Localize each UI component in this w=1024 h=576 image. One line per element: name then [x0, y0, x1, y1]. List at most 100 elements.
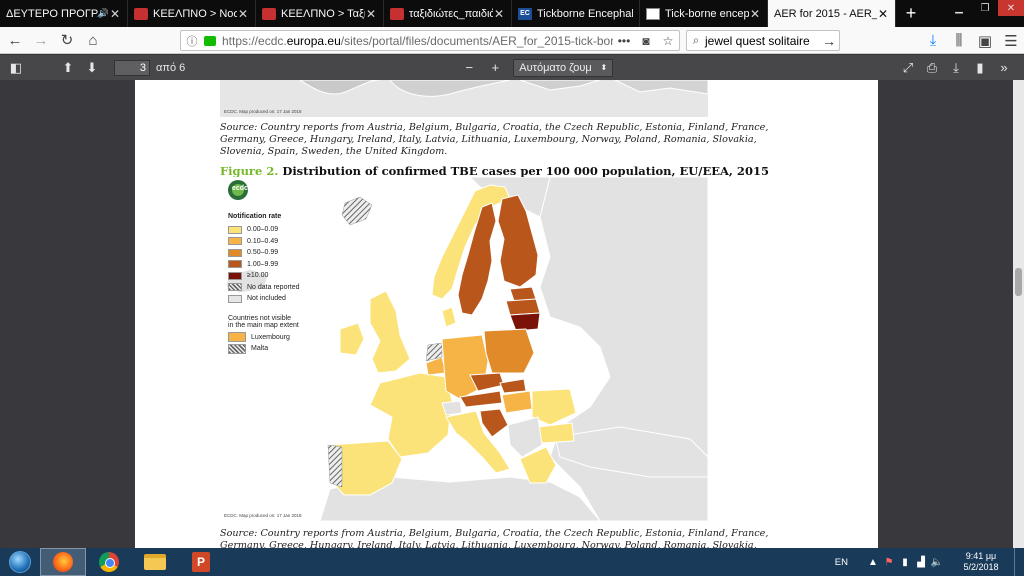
ecdc-icon: EC — [518, 7, 532, 20]
show-hidden-icons-icon[interactable]: ▲ — [866, 557, 880, 568]
search-go-icon[interactable]: → — [819, 33, 839, 49]
tab-keelpno-diseases[interactable]: ΚΕΕΛΠΝΟ > Νοσήματα ✕ — [128, 0, 256, 27]
legend-label: 0.50–0.99 — [247, 249, 279, 257]
legend-item: Not included — [228, 293, 300, 305]
legend-label: 1.00–9.99 — [247, 260, 279, 268]
previous-page-icon[interactable]: ⬆ — [56, 56, 80, 80]
minimize-icon[interactable]: ▁ — [946, 0, 972, 16]
legend-subtitle: Countries not visible — [228, 314, 292, 322]
tab-title: Tick-borne encephal — [665, 7, 749, 20]
start-button[interactable] — [0, 548, 40, 576]
print-icon[interactable]: ⎙ — [920, 56, 944, 80]
close-tab-icon[interactable]: ✕ — [237, 7, 249, 21]
page-actions-icon[interactable]: ••• — [613, 34, 635, 48]
save-icon[interactable]: ⤓ — [944, 56, 968, 80]
bookmark-star-icon[interactable]: ☆ — [657, 34, 679, 48]
sidebar-icon[interactable]: ▣ — [972, 28, 998, 54]
pdf-toolbar-right: ⤢ ⎙ ⤓ ▮ » — [896, 55, 1016, 80]
legend-swatch — [228, 343, 246, 354]
toolbar-right: ⤓ ⫼ ▣ ☰ — [920, 27, 1024, 54]
tab-aer-2015[interactable]: AER for 2015 - AER_for_2 ✕ — [768, 0, 896, 27]
network-icon[interactable]: ▮ — [898, 557, 912, 568]
reload-icon[interactable]: ↻ — [54, 27, 80, 53]
powerpoint-icon: P — [192, 552, 210, 572]
taskbar-firefox[interactable] — [40, 548, 86, 576]
menu-icon[interactable]: ☰ — [998, 28, 1024, 54]
close-tab-icon[interactable]: ✕ — [493, 7, 505, 21]
home-icon[interactable]: ⌂ — [80, 27, 106, 53]
system-tray: EN ▲ ⚑ ▮ ▟ 🔈 9:41 μμ 5/2/2018 — [835, 548, 1024, 576]
pocket-icon[interactable]: ◙ — [635, 34, 657, 48]
language-indicator[interactable]: EN — [835, 557, 848, 568]
address-bar[interactable]: ⓘ https://ecdc.europa.eu/sites/portal/fi… — [180, 30, 680, 51]
keelpno-icon — [134, 7, 148, 20]
page-total: από 6 — [156, 61, 186, 74]
close-tab-icon[interactable]: ✕ — [365, 7, 377, 21]
scrollbar-thumb[interactable] — [1015, 268, 1022, 296]
show-desktop-button[interactable] — [1014, 548, 1024, 576]
download-icon[interactable]: ⤓ — [920, 28, 946, 54]
legend-item: Luxembourg — [228, 332, 300, 344]
back-icon[interactable]: ← — [2, 27, 28, 53]
legend-title: Notification rate — [228, 213, 282, 220]
tab-keelpno-travel[interactable]: ΚΕΕΛΠΝΟ > Ταξιδιωτ ✕ — [256, 0, 384, 27]
tab-radio[interactable]: ΔΕΥΤΕΡΟ ΠΡΟΓΡΑΜΜ 🔊 ✕ — [0, 0, 128, 27]
keelpno-icon — [390, 7, 404, 20]
clock-date: 5/2/2018 — [963, 562, 999, 572]
tab-tickborne-encephalitis[interactable]: EC Tickborne Encephalitis — [512, 0, 640, 27]
legend-label: ≥10.00 — [247, 272, 269, 280]
window-controls: ▁ ❐ ✕ — [946, 0, 1024, 16]
volume-icon[interactable]: 🔈 — [930, 557, 944, 568]
document-icon — [646, 7, 660, 20]
clock[interactable]: 9:41 μμ 5/2/2018 — [952, 551, 1010, 573]
search-bar[interactable]: ⌕ jewel quest solitaire → — [686, 30, 840, 51]
legend-item: 0.10–0.49 — [228, 236, 300, 248]
url-path: /sites/portal/files/documents/AER_for_20… — [340, 33, 613, 48]
sidebar-toggle-icon[interactable]: ◧ — [4, 56, 28, 80]
bookmark-icon[interactable]: ▮ — [968, 56, 992, 80]
close-tab-icon[interactable]: ✕ — [877, 7, 889, 21]
scrollbar[interactable] — [1013, 80, 1024, 548]
pdf-viewer[interactable]: ECDC. Map produced on: 17 Jan 2018 Sourc… — [0, 80, 1024, 548]
clock-time: 9:41 μμ — [965, 551, 997, 561]
new-tab-button[interactable]: + — [896, 0, 926, 27]
legend-swatch — [228, 260, 242, 269]
info-icon[interactable]: ⓘ — [185, 33, 199, 49]
legend-swatch — [228, 294, 242, 303]
map-note: ECDC. Map produced on: 17 Jan 2018 — [224, 513, 302, 518]
navigation-bar: ← → ↻ ⌂ ⓘ https://ecdc.europa.eu/sites/p… — [0, 27, 1024, 54]
taskbar-explorer[interactable] — [132, 548, 178, 576]
legend-item: ≥10.00 — [228, 270, 300, 282]
close-window-icon[interactable]: ✕ — [998, 0, 1024, 16]
speaker-icon[interactable]: 🔊 — [98, 8, 109, 19]
action-center-icon[interactable]: ⚑ — [882, 557, 896, 568]
lock-icon[interactable] — [204, 35, 216, 46]
library-icon[interactable]: ⫼ — [946, 28, 972, 54]
tab-travellers-children[interactable]: ταξιδιώτες_παιδιά_ ✕ — [384, 0, 512, 27]
tools-icon[interactable]: » — [992, 56, 1016, 80]
legend-swatch — [228, 271, 242, 280]
taskbar-powerpoint[interactable]: P — [178, 548, 224, 576]
signal-icon[interactable]: ▟ — [914, 557, 928, 568]
zoom-select[interactable]: Αυτόματο ζουμ ⬍ — [513, 58, 614, 77]
zoom-out-icon[interactable]: − — [457, 56, 481, 80]
taskbar-chrome[interactable] — [86, 548, 132, 576]
taskbar: P EN ▲ ⚑ ▮ ▟ 🔈 9:41 μμ 5/2/2018 — [0, 548, 1024, 576]
firefox-icon — [53, 552, 73, 572]
chrome-icon — [99, 552, 119, 572]
presentation-mode-icon[interactable]: ⤢ — [896, 56, 920, 80]
search-icon: ⌕ — [692, 33, 700, 47]
close-tab-icon[interactable]: ✕ — [749, 7, 761, 21]
url-text[interactable]: https://ecdc.europa.eu/sites/portal/file… — [222, 34, 613, 48]
next-page-icon[interactable]: ⬇ — [80, 56, 104, 80]
tab-tick-borne-encephal[interactable]: Tick-borne encephal ✕ — [640, 0, 768, 27]
forward-icon[interactable]: → — [28, 27, 54, 53]
page-number-input[interactable]: 3 — [114, 59, 150, 76]
legend-label: No data reported — [247, 283, 300, 291]
maximize-icon[interactable]: ❐ — [972, 0, 998, 16]
tab-title: ΚΕΕΛΠΝΟ > Νοσήματα — [153, 7, 237, 20]
search-input[interactable]: jewel quest solitaire — [705, 34, 819, 48]
zoom-in-icon[interactable]: + — [483, 56, 507, 80]
close-tab-icon[interactable]: ✕ — [109, 7, 121, 21]
legend-label: 0.10–0.49 — [247, 237, 279, 245]
